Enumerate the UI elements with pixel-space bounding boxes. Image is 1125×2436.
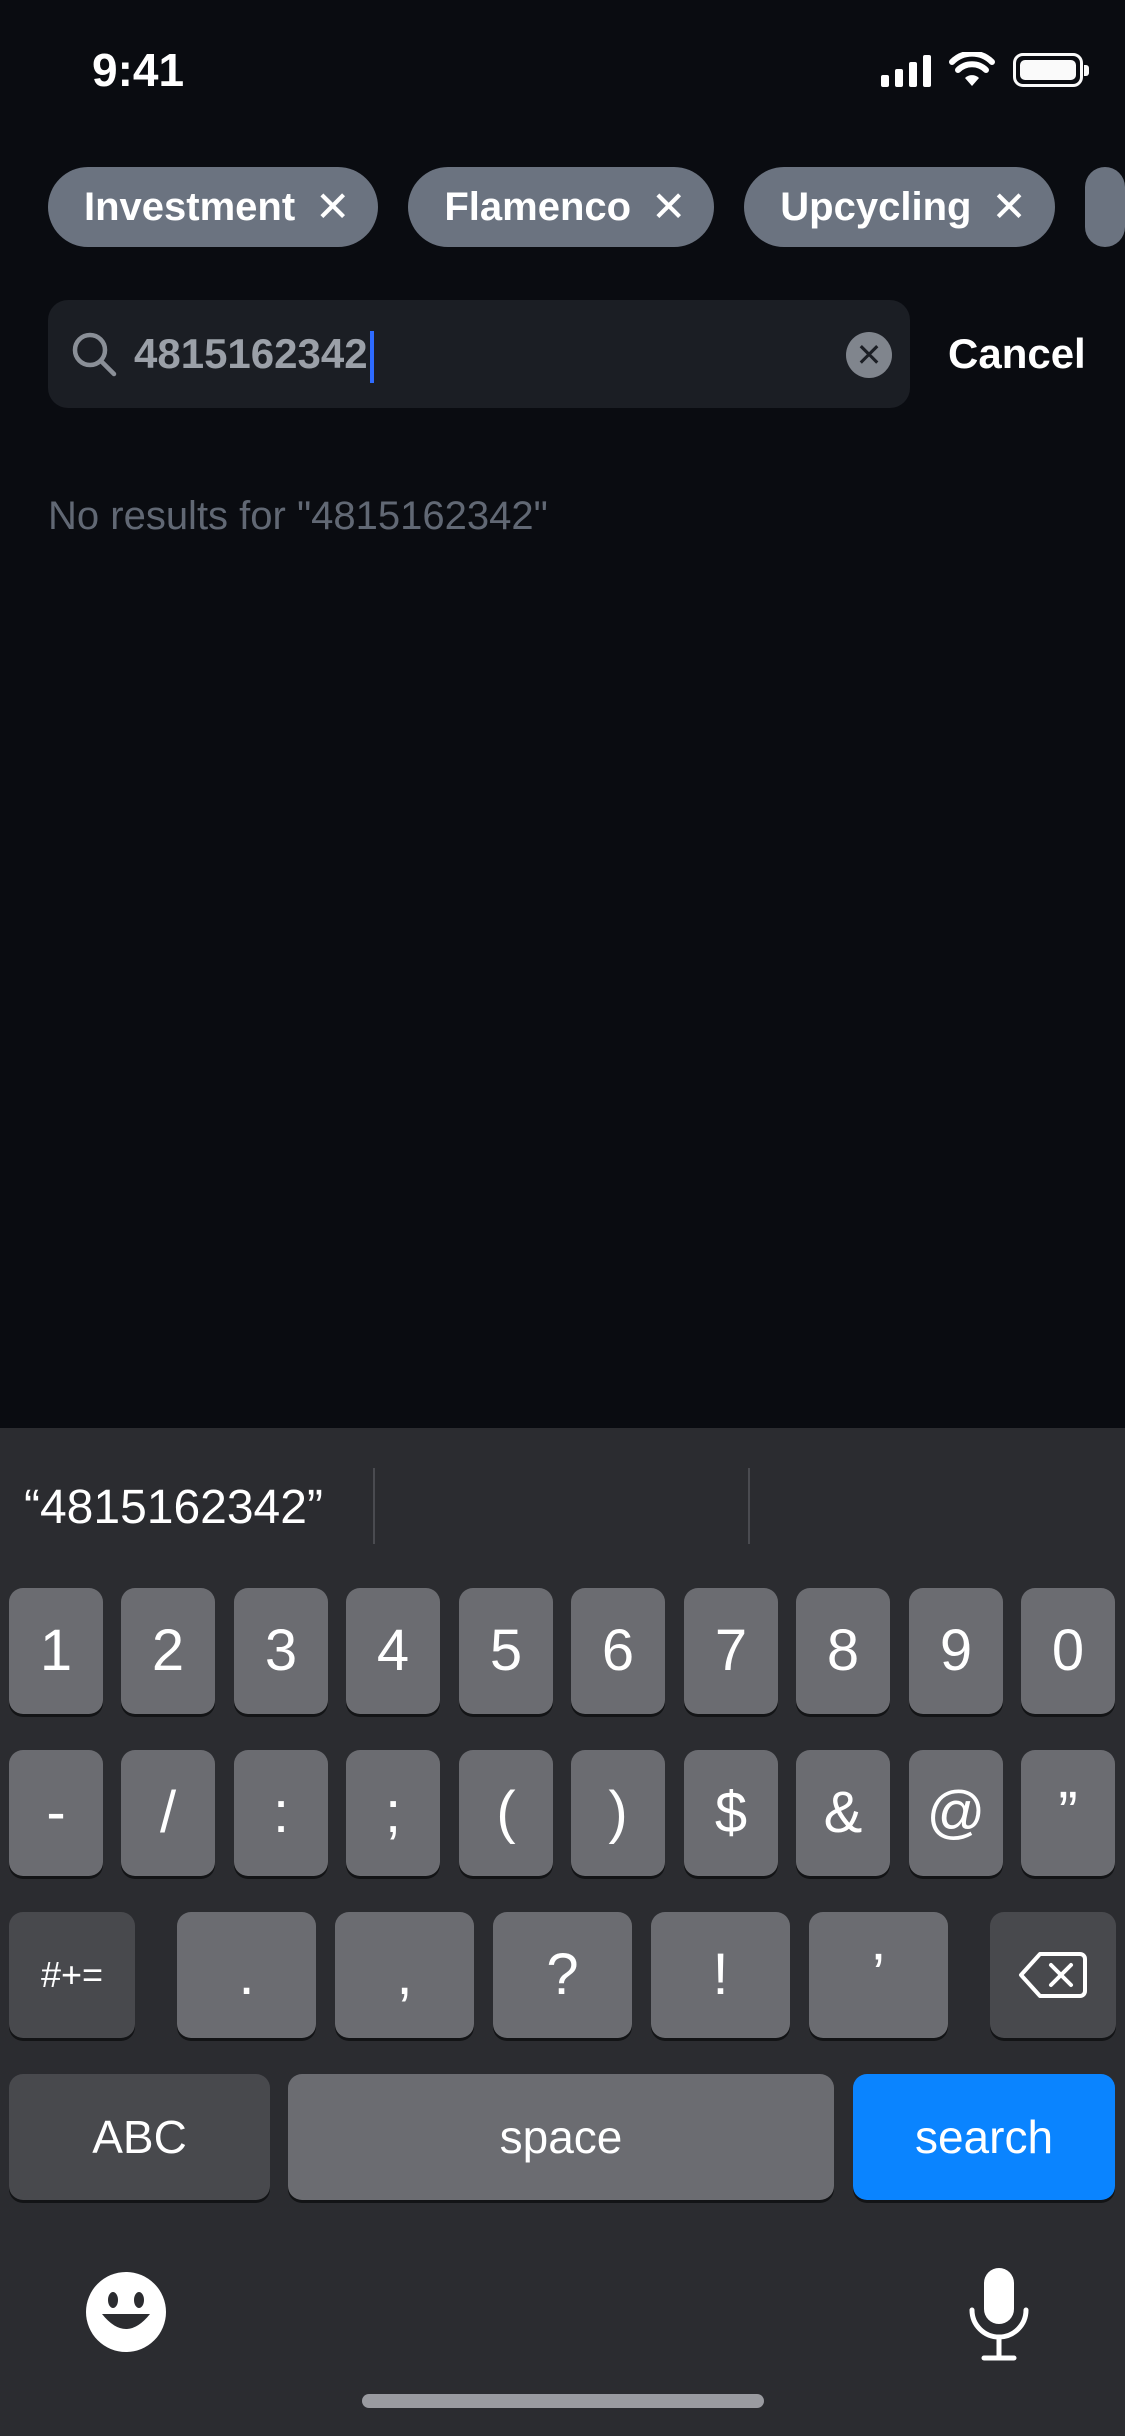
home-indicator (362, 2394, 764, 2408)
remove-chip-icon[interactable]: ✕ (651, 186, 686, 228)
search-field[interactable]: 4815162342 ✕ (48, 300, 910, 408)
key-ampersand[interactable]: & (796, 1750, 890, 1876)
backspace-icon (1019, 1952, 1087, 1998)
key-more-symbols[interactable]: #+= (9, 1912, 135, 2038)
key-comma[interactable]: , (335, 1912, 474, 2038)
key-question[interactable]: ? (493, 1912, 632, 2038)
search-key[interactable]: search (853, 2074, 1115, 2200)
key-7[interactable]: 7 (684, 1588, 778, 1714)
chip-label: Upcycling (780, 184, 972, 229)
wifi-icon (949, 52, 995, 86)
key-4[interactable]: 4 (346, 1588, 440, 1714)
search-input-text: 4815162342 (134, 330, 368, 377)
key-semicolon[interactable]: ; (346, 1750, 440, 1876)
emoji-icon[interactable] (84, 2270, 168, 2354)
key-0[interactable]: 0 (1021, 1588, 1115, 1714)
abc-key[interactable]: ABC (9, 2074, 270, 2200)
clear-search-button[interactable]: ✕ (846, 332, 892, 378)
key-at[interactable]: @ (909, 1750, 1003, 1876)
no-results-message: No results for "4815162342" (48, 494, 548, 538)
search-icon (72, 332, 117, 377)
chip-label: Investment (84, 184, 296, 229)
status-icons (881, 48, 1089, 92)
suggestion-item[interactable]: “4815162342” (24, 1478, 323, 1538)
key-1[interactable]: 1 (9, 1588, 103, 1714)
chip-label: Flamenco (444, 184, 632, 229)
key-period[interactable]: . (177, 1912, 316, 2038)
space-key[interactable]: space (288, 2074, 834, 2200)
filter-chips: Investment ✕ Flamenco ✕ Upcycling ✕ (48, 167, 1125, 247)
clear-icon: ✕ (855, 337, 883, 373)
key-6[interactable]: 6 (571, 1588, 665, 1714)
remove-chip-icon[interactable]: ✕ (315, 186, 350, 228)
chip-upcycling[interactable]: Upcycling ✕ (744, 167, 1055, 247)
key-close-paren[interactable]: ) (571, 1750, 665, 1876)
text-cursor (369, 330, 374, 383)
key-dollar[interactable]: $ (684, 1750, 778, 1876)
key-apostrophe[interactable]: ’ (809, 1912, 948, 2038)
key-open-paren[interactable]: ( (459, 1750, 553, 1876)
key-quote[interactable]: ” (1021, 1750, 1115, 1876)
suggestion-bar: “4815162342” (0, 1428, 1125, 1578)
chip-overflow[interactable] (1084, 167, 1125, 247)
suggestion-divider (748, 1468, 750, 1544)
chip-investment[interactable]: Investment ✕ (48, 167, 379, 247)
suggestion-divider (373, 1468, 375, 1544)
key-colon[interactable]: : (234, 1750, 328, 1876)
key-2[interactable]: 2 (121, 1588, 215, 1714)
microphone-icon[interactable] (964, 2266, 1034, 2362)
search-screen: 9:41 Investment ✕ Flamenco ✕ Upcycling ✕ (0, 0, 1125, 2436)
key-slash[interactable]: / (121, 1750, 215, 1876)
key-5[interactable]: 5 (459, 1588, 553, 1714)
chip-flamenco[interactable]: Flamenco ✕ (408, 167, 715, 247)
key-hyphen[interactable]: - (9, 1750, 103, 1876)
signal-icon (881, 53, 931, 87)
key-3[interactable]: 3 (234, 1588, 328, 1714)
search-input[interactable]: 4815162342 (134, 324, 374, 384)
battery-icon (1013, 53, 1089, 87)
key-8[interactable]: 8 (796, 1588, 890, 1714)
status-time: 9:41 (92, 44, 185, 96)
keyboard: “4815162342” 1 2 3 4 5 6 7 8 9 0 - / : ;… (0, 1428, 1125, 2436)
key-9[interactable]: 9 (909, 1588, 1003, 1714)
backspace-key[interactable] (990, 1912, 1116, 2038)
key-exclamation[interactable]: ! (651, 1912, 790, 2038)
cancel-button[interactable]: Cancel (948, 326, 1086, 382)
remove-chip-icon[interactable]: ✕ (991, 186, 1026, 228)
